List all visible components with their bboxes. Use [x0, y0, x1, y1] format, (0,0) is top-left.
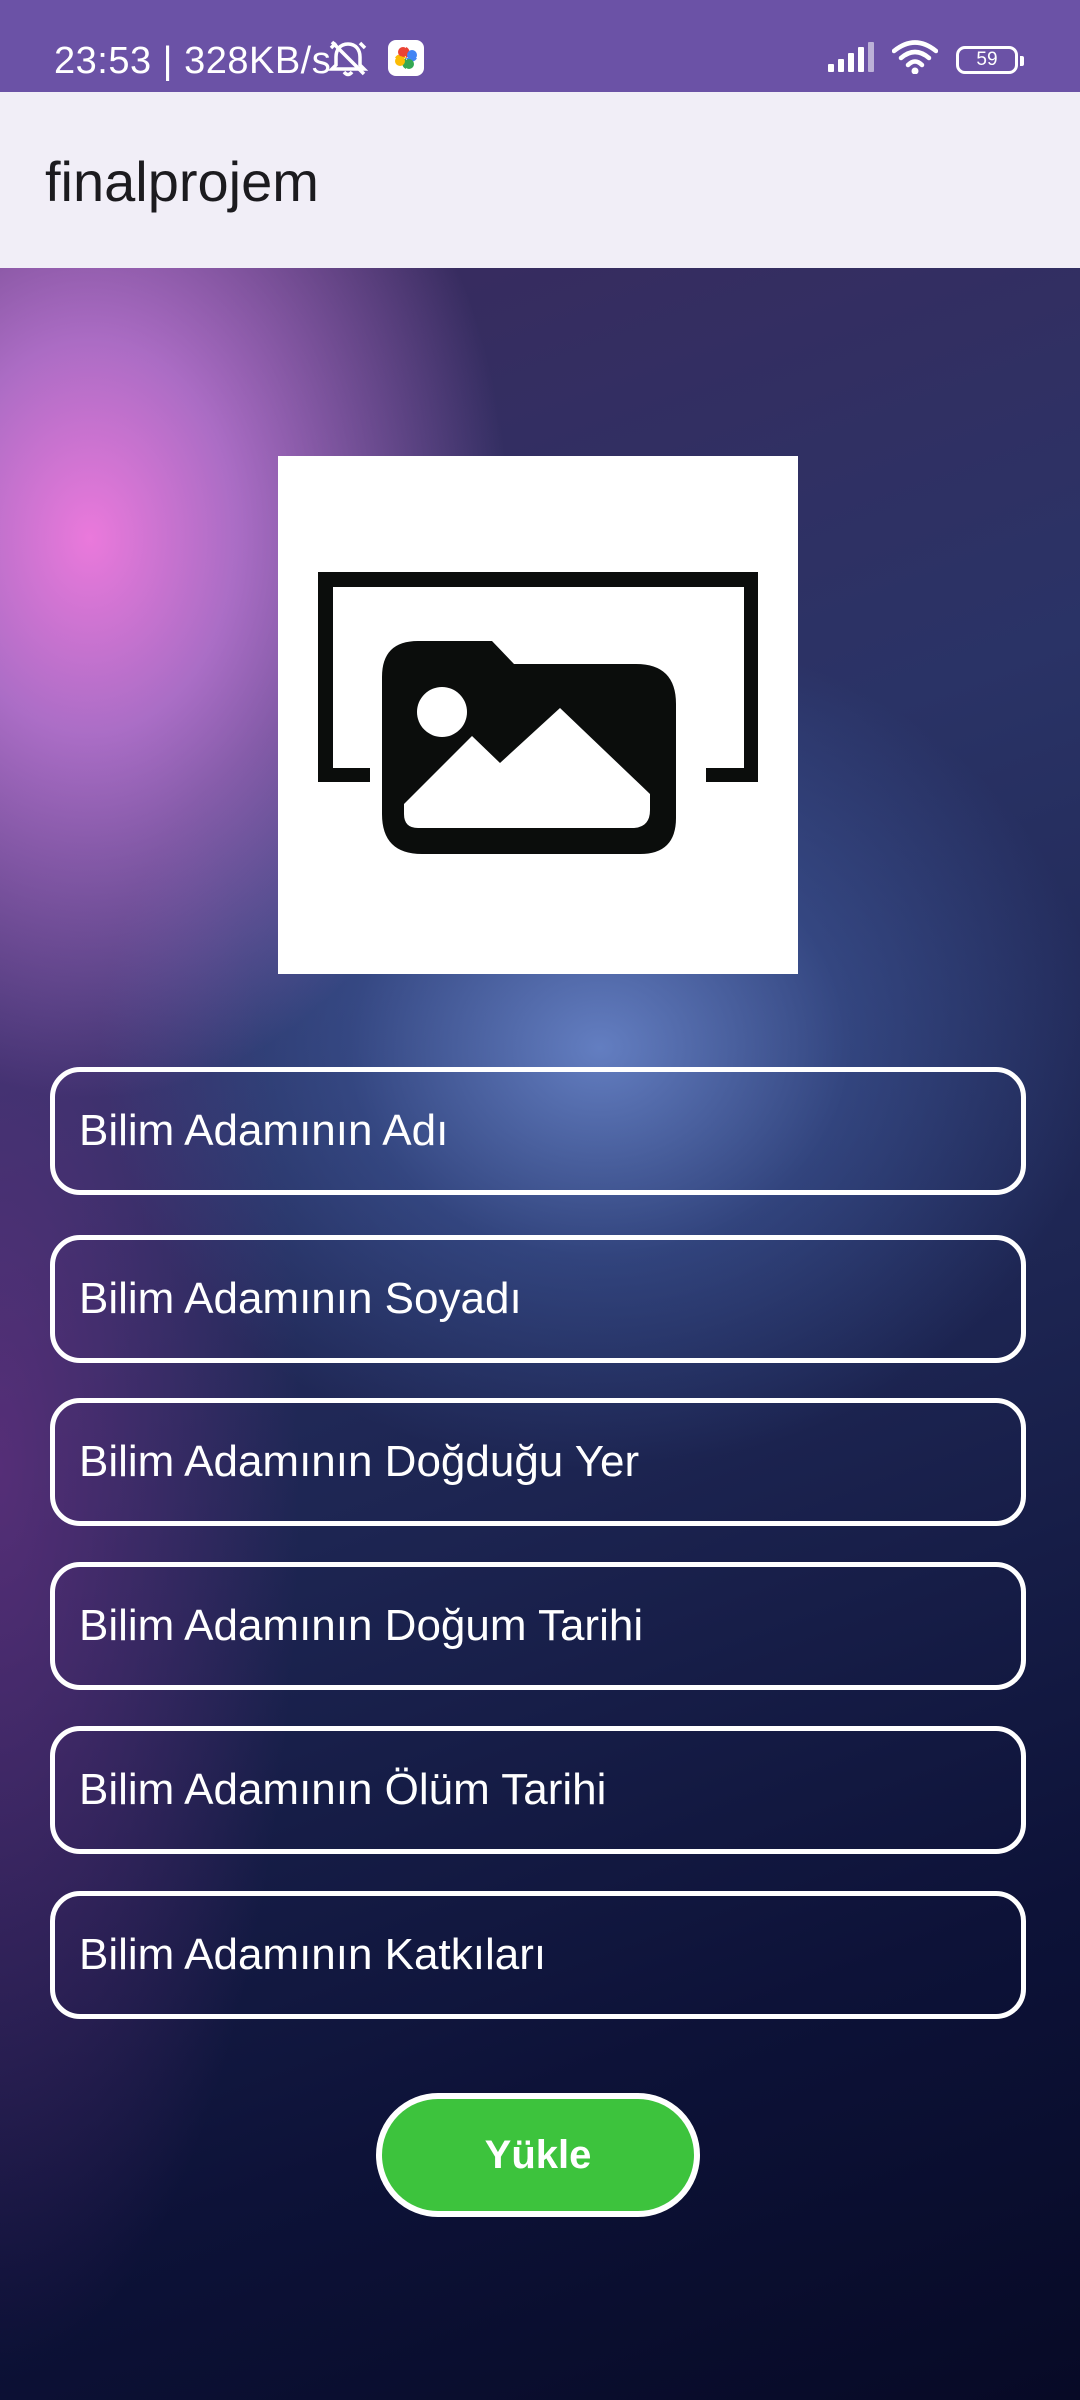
scientist-birthplace-placeholder: Bilim Adamının Doğduğu Yer [79, 1437, 640, 1486]
scientist-birthplace-input[interactable]: Bilim Adamının Doğduğu Yer [50, 1398, 1026, 1526]
scientist-surname-placeholder: Bilim Adamının Soyadı [79, 1274, 522, 1323]
photos-app-icon [388, 40, 424, 81]
signal-icon [826, 42, 874, 77]
scientist-birthdate-placeholder: Bilim Adamının Doğum Tarihi [79, 1601, 644, 1650]
scientist-contributions-input[interactable]: Bilim Adamının Katkıları [50, 1891, 1026, 2019]
status-notification-icons [326, 38, 424, 83]
status-system-icons: 59 [826, 40, 1024, 79]
scientist-deathdate-placeholder: Bilim Adamının Ölüm Tarihi [79, 1765, 607, 1814]
scientist-name-input[interactable]: Bilim Adamının Adı [50, 1067, 1026, 1195]
upload-button[interactable]: Yükle [376, 2093, 700, 2217]
scientist-surname-input[interactable]: Bilim Adamının Soyadı [50, 1235, 1026, 1363]
app-title: finalprojem [45, 150, 319, 213]
image-picker[interactable] [278, 456, 798, 974]
battery-icon: 59 [956, 45, 1024, 74]
upload-button-label: Yükle [484, 2132, 592, 2177]
image-placeholder-icon [278, 456, 798, 974]
status-time-speed: 23:53 | 328KB/s [54, 40, 332, 82]
wifi-icon [891, 40, 939, 79]
scientist-deathdate-input[interactable]: Bilim Adamının Ölüm Tarihi [50, 1726, 1026, 1854]
scientist-contributions-placeholder: Bilim Adamının Katkıları [79, 1930, 547, 1979]
scientist-name-placeholder: Bilim Adamının Adı [79, 1106, 449, 1155]
app-screen: 23:53 | 328KB/s 59 finalprojem Bilim Ada… [0, 0, 1080, 2400]
scientist-birthdate-input[interactable]: Bilim Adamının Doğum Tarihi [50, 1562, 1026, 1690]
status-bar: 23:53 | 328KB/s 59 [0, 0, 1080, 92]
mute-alarm-icon [326, 38, 370, 83]
app-bar: finalprojem [0, 92, 1080, 268]
battery-level: 59 [976, 48, 998, 70]
